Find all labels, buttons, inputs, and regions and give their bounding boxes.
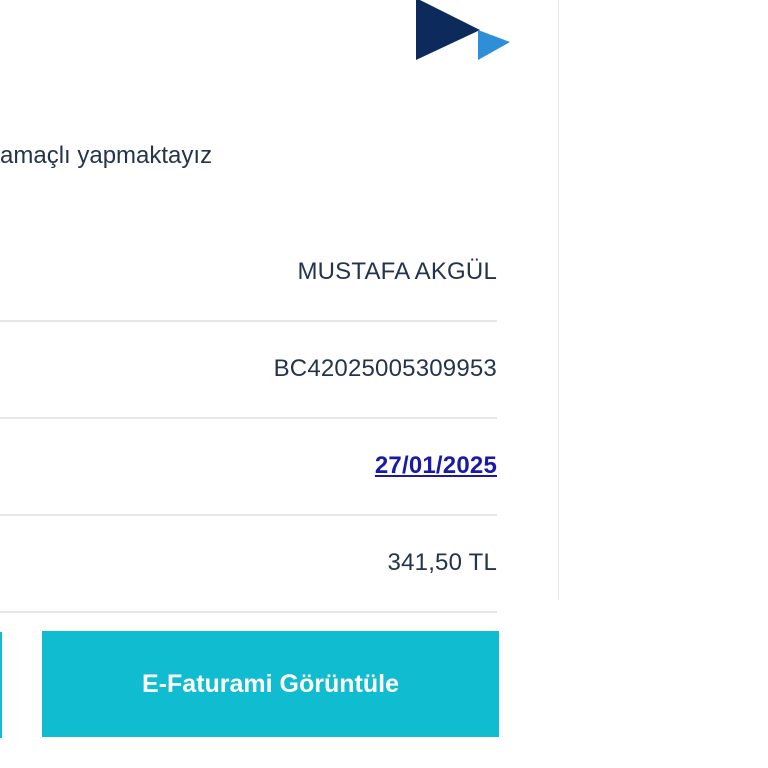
- invoice-amount-value: 341,50 TL: [387, 549, 497, 576]
- invoice-number-value: BC42025005309953: [273, 355, 497, 382]
- view-einvoice-button[interactable]: E-Faturami Görüntüle: [42, 631, 499, 737]
- invoice-date-link[interactable]: 27/01/2025: [375, 452, 497, 480]
- detail-row-amount: 341,50 TL: [0, 515, 497, 613]
- secondary-button[interactable]: [0, 632, 2, 738]
- intro-text: amaçlı yapmaktayız: [0, 142, 213, 169]
- brand-logo-icon: [416, 0, 510, 60]
- customer-name-value: MUSTAFA AKGÜL: [297, 258, 497, 285]
- detail-row-name: MUSTAFA AKGÜL: [0, 224, 497, 322]
- detail-row-invoice-number: BC42025005309953: [0, 321, 497, 419]
- invoice-screen: amaçlı yapmaktayız MUSTAFA AKGÜL BC42025…: [0, 0, 768, 768]
- detail-row-date: 27/01/2025: [0, 418, 497, 516]
